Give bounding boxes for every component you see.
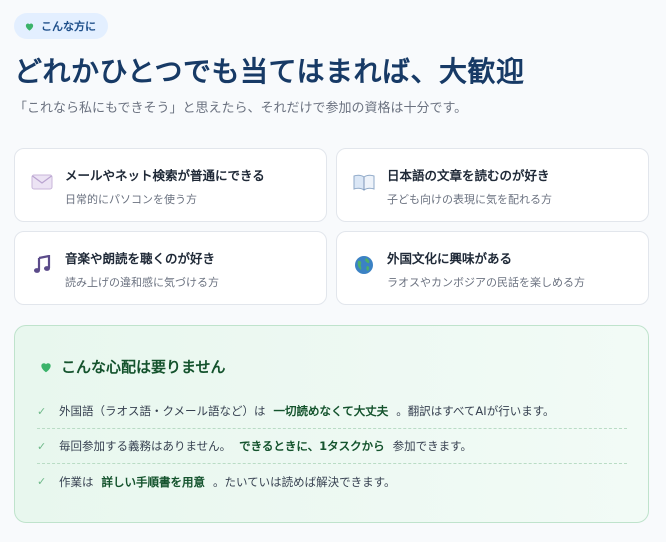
check-icon: ✓ <box>37 404 47 418</box>
item-text: 作業は <box>59 474 94 489</box>
card-reading: 日本語の文章を読むのが好き 子ども向けの表現に気を配れる方 <box>336 148 649 222</box>
card-title: 日本語の文章を読むのが好き <box>387 168 550 183</box>
card-music: 音楽や朗読を聴くのが好き 読み上げの違和感に気づける方 <box>14 231 327 305</box>
page-subtitle: 「これなら私にもできそう」と思えたら、それだけで参加の資格は十分です。 <box>14 101 468 116</box>
check-icon: ✓ <box>37 439 47 453</box>
music-note-icon <box>31 254 53 276</box>
audience-badge: こんな方に <box>14 13 108 39</box>
card-culture: 外国文化に興味がある ラオスやカンボジアの民話を楽しめる方 <box>336 231 649 305</box>
page-title: どれかひとつでも当てはまれば、大歓迎 <box>14 55 525 88</box>
item-emphasis: 詳しい手順書を用意 <box>101 474 206 489</box>
item-text: 。たいていは読めば解決できます。 <box>213 474 396 489</box>
open-book-icon <box>353 171 375 193</box>
no-worry-heading: こんな心配は要りません <box>39 356 226 377</box>
card-title: 外国文化に興味がある <box>387 251 513 266</box>
card-title: 音楽や朗読を聴くのが好き <box>65 251 216 266</box>
item-text: 外国語（ラオス語・クメール語など）は <box>59 404 266 418</box>
item-emphasis: 一切読めなくて大丈夫 <box>273 404 389 418</box>
item-emphasis: できるときに、1タスクから <box>239 439 385 453</box>
no-worry-title: こんな心配は要りません <box>61 358 226 376</box>
envelope-icon <box>31 171 53 193</box>
card-subtitle: ラオスやカンボジアの民話を楽しめる方 <box>387 276 585 289</box>
list-item: ✓ 外国語（ラオス語・クメール語など）は 一切読めなくて大丈夫 。翻訳はすべてA… <box>37 394 627 429</box>
card-subtitle: 読み上げの違和感に気づける方 <box>65 276 219 289</box>
green-heart-icon <box>39 360 53 374</box>
list-item: ✓ 作業は 詳しい手順書を用意 。たいていは読めば解決できます。 <box>37 464 627 499</box>
item-text: 。翻訳はすべてAIが行います。 <box>396 404 555 418</box>
card-subtitle: 子ども向けの表現に気を配れる方 <box>387 193 552 206</box>
no-worry-panel: こんな心配は要りません ✓ 外国語（ラオス語・クメール語など）は 一切読めなくて… <box>14 325 649 523</box>
item-text: 参加できます。 <box>392 439 472 453</box>
item-text: 毎回参加する義務はありません。 <box>59 439 232 453</box>
card-subtitle: 日常的にパソコンを使う方 <box>65 193 197 206</box>
check-icon: ✓ <box>37 475 47 488</box>
card-email: メールやネット検索が普通にできる 日常的にパソコンを使う方 <box>14 148 327 222</box>
globe-icon <box>353 254 375 276</box>
badge-label: こんな方に <box>41 20 96 33</box>
list-item: ✓ 毎回参加する義務はありません。 できるときに、1タスクから 参加できます。 <box>37 429 627 464</box>
card-title: メールやネット検索が普通にできる <box>65 168 265 183</box>
green-heart-icon <box>24 21 35 32</box>
